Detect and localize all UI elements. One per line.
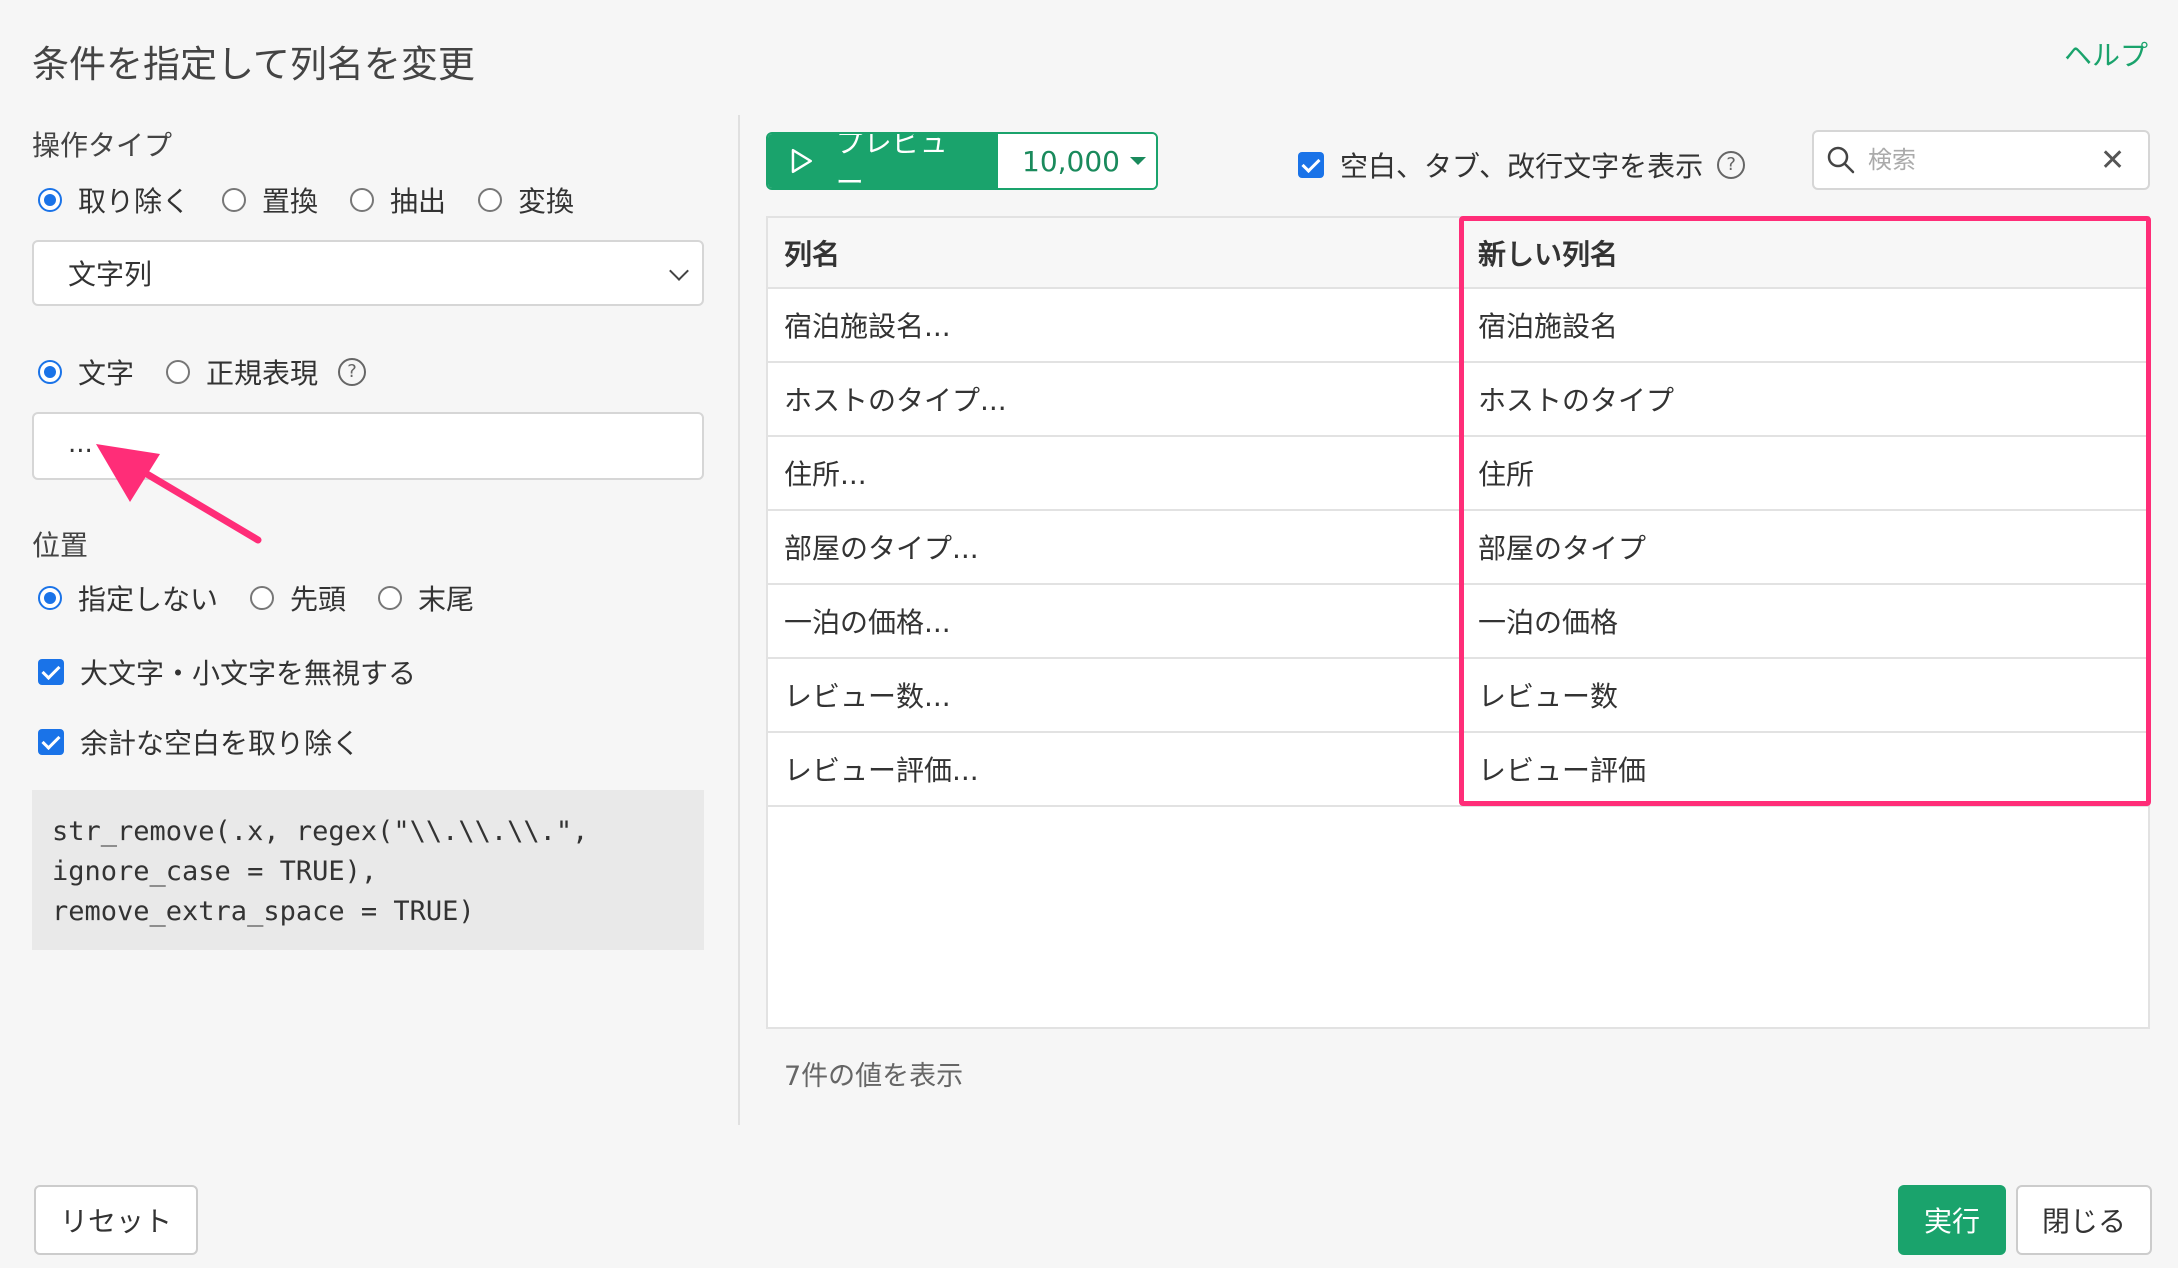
help-link[interactable]: ヘルプ	[2064, 34, 2148, 74]
table-row: 宿泊施設名... 宿泊施設名	[768, 288, 2148, 363]
cell-original-name: 宿泊施設名...	[768, 288, 1462, 363]
table-row: レビュー数... レビュー数	[768, 658, 2148, 733]
close-icon[interactable]: ✕	[2100, 143, 2125, 178]
checkbox-label: 余計な空白を取り除く	[80, 727, 361, 760]
position-end[interactable]: 末尾	[378, 578, 474, 618]
radio-label: 変換	[518, 185, 575, 218]
radio-icon[interactable]	[166, 360, 191, 384]
operation-type-extract[interactable]: 抽出	[350, 180, 446, 220]
radio-label: 文字	[78, 357, 135, 390]
table-row: レビュー評価... レビュー評価	[768, 732, 2148, 807]
preview-button[interactable]: プレビュー	[768, 134, 998, 188]
position-group: 指定しない 先頭 末尾	[38, 578, 506, 618]
rows-value: 10,000	[1022, 144, 1120, 178]
run-button[interactable]: 実行	[1898, 1185, 2006, 1255]
radio-label: 置換	[262, 185, 319, 218]
checkbox-label: 大文字・小文字を無視する	[80, 657, 417, 690]
radio-label: 正規表現	[206, 357, 319, 390]
caret-down-icon	[1129, 157, 1146, 165]
radio-icon[interactable]	[222, 188, 247, 212]
radio-label: 指定しない	[78, 583, 219, 616]
preview-label: プレビュー	[835, 132, 948, 190]
ignore-case-checkbox[interactable]: 大文字・小文字を無視する	[38, 652, 416, 692]
preview-button-group: プレビュー 10,000	[766, 132, 1158, 190]
radio-label: 末尾	[418, 583, 475, 616]
checkbox-label: 空白、タブ、改行文字を表示	[1340, 150, 1704, 183]
cell-new-name: 宿泊施設名	[1461, 288, 2148, 363]
target-type-select[interactable]: 文字列	[32, 240, 704, 306]
reset-button[interactable]: リセット	[34, 1185, 198, 1255]
cell-new-name: 住所	[1461, 436, 2148, 511]
table-header-row: 列名 新しい列名	[768, 218, 2148, 289]
cell-original-name: レビュー数...	[768, 658, 1462, 733]
table-row: ホストのタイプ... ホストのタイプ	[768, 362, 2148, 437]
dialog-title: 条件を指定して列名を変更	[32, 43, 475, 86]
panel-divider	[738, 115, 740, 1125]
match-mode-group: 文字 正規表現 ?	[38, 352, 367, 392]
radio-icon[interactable]	[378, 586, 403, 610]
question-circle-icon[interactable]: ?	[1717, 151, 1746, 179]
cell-original-name: レビュー評価...	[768, 732, 1462, 807]
cell-new-name: レビュー評価	[1461, 732, 2148, 807]
operation-type-convert[interactable]: 変換	[478, 180, 574, 220]
cell-original-name: 一泊の価格...	[768, 584, 1462, 659]
question-circle-icon[interactable]: ?	[338, 358, 367, 386]
checkbox-checked-icon[interactable]	[38, 659, 64, 685]
show-whitespace-checkbox[interactable]: 空白、タブ、改行文字を表示 ?	[1298, 145, 1746, 185]
target-type-value: 文字列	[68, 258, 153, 291]
search-box: ✕	[1812, 130, 2150, 190]
radio-icon[interactable]	[38, 586, 62, 610]
search-input[interactable]	[1868, 146, 2088, 174]
radio-icon[interactable]	[38, 188, 62, 212]
cell-new-name: 部屋のタイプ	[1461, 510, 2148, 585]
column-header-new: 新しい列名	[1461, 218, 2148, 289]
cell-original-name: 住所...	[768, 436, 1462, 511]
radio-label: 取り除く	[78, 185, 191, 218]
radio-label: 先頭	[290, 583, 347, 616]
value-count-label: 7件の値を表示	[784, 1061, 964, 1092]
position-label: 位置	[32, 529, 89, 562]
radio-icon[interactable]	[38, 360, 62, 384]
preview-rows-select[interactable]: 10,000	[998, 134, 1156, 188]
column-header-original: 列名	[768, 218, 1462, 289]
annotation-arrow-icon	[96, 444, 262, 544]
checkbox-checked-icon[interactable]	[1298, 152, 1324, 178]
radio-label: 抽出	[390, 185, 447, 218]
close-button[interactable]: 閉じる	[2016, 1185, 2152, 1255]
remove-extra-space-checkbox[interactable]: 余計な空白を取り除く	[38, 722, 360, 762]
generated-code: str_remove(.x, regex("\\.\\.\\.", ignore…	[32, 790, 704, 950]
checkbox-checked-icon[interactable]	[38, 729, 64, 755]
operation-type-remove[interactable]: 取り除く	[38, 180, 190, 220]
operation-type-group: 取り除く 置換 抽出 変換	[38, 180, 606, 220]
cell-original-name: ホストのタイプ...	[768, 362, 1462, 437]
table-row: 部屋のタイプ... 部屋のタイプ	[768, 510, 2148, 585]
radio-icon[interactable]	[478, 188, 503, 212]
position-start[interactable]: 先頭	[250, 578, 346, 618]
table-row: 住所... 住所	[768, 436, 2148, 511]
match-mode-regex[interactable]: 正規表現	[166, 352, 318, 392]
cell-new-name: 一泊の価格	[1461, 584, 2148, 659]
cell-original-name: 部屋のタイプ...	[768, 510, 1462, 585]
preview-table: 列名 新しい列名 宿泊施設名... 宿泊施設名 ホストのタイプ... ホストのタ…	[766, 216, 2150, 1029]
cell-new-name: レビュー数	[1461, 658, 2148, 733]
operation-type-replace[interactable]: 置換	[222, 180, 318, 220]
match-mode-text[interactable]: 文字	[38, 352, 134, 392]
play-icon	[791, 148, 812, 174]
position-none[interactable]: 指定しない	[38, 578, 218, 618]
search-icon	[1827, 146, 1855, 174]
radio-icon[interactable]	[350, 188, 375, 212]
cell-new-name: ホストのタイプ	[1461, 362, 2148, 437]
chevron-down-icon	[669, 261, 689, 281]
operation-type-label: 操作タイプ	[32, 129, 173, 162]
radio-icon[interactable]	[250, 586, 275, 610]
table-row: 一泊の価格... 一泊の価格	[768, 584, 2148, 659]
